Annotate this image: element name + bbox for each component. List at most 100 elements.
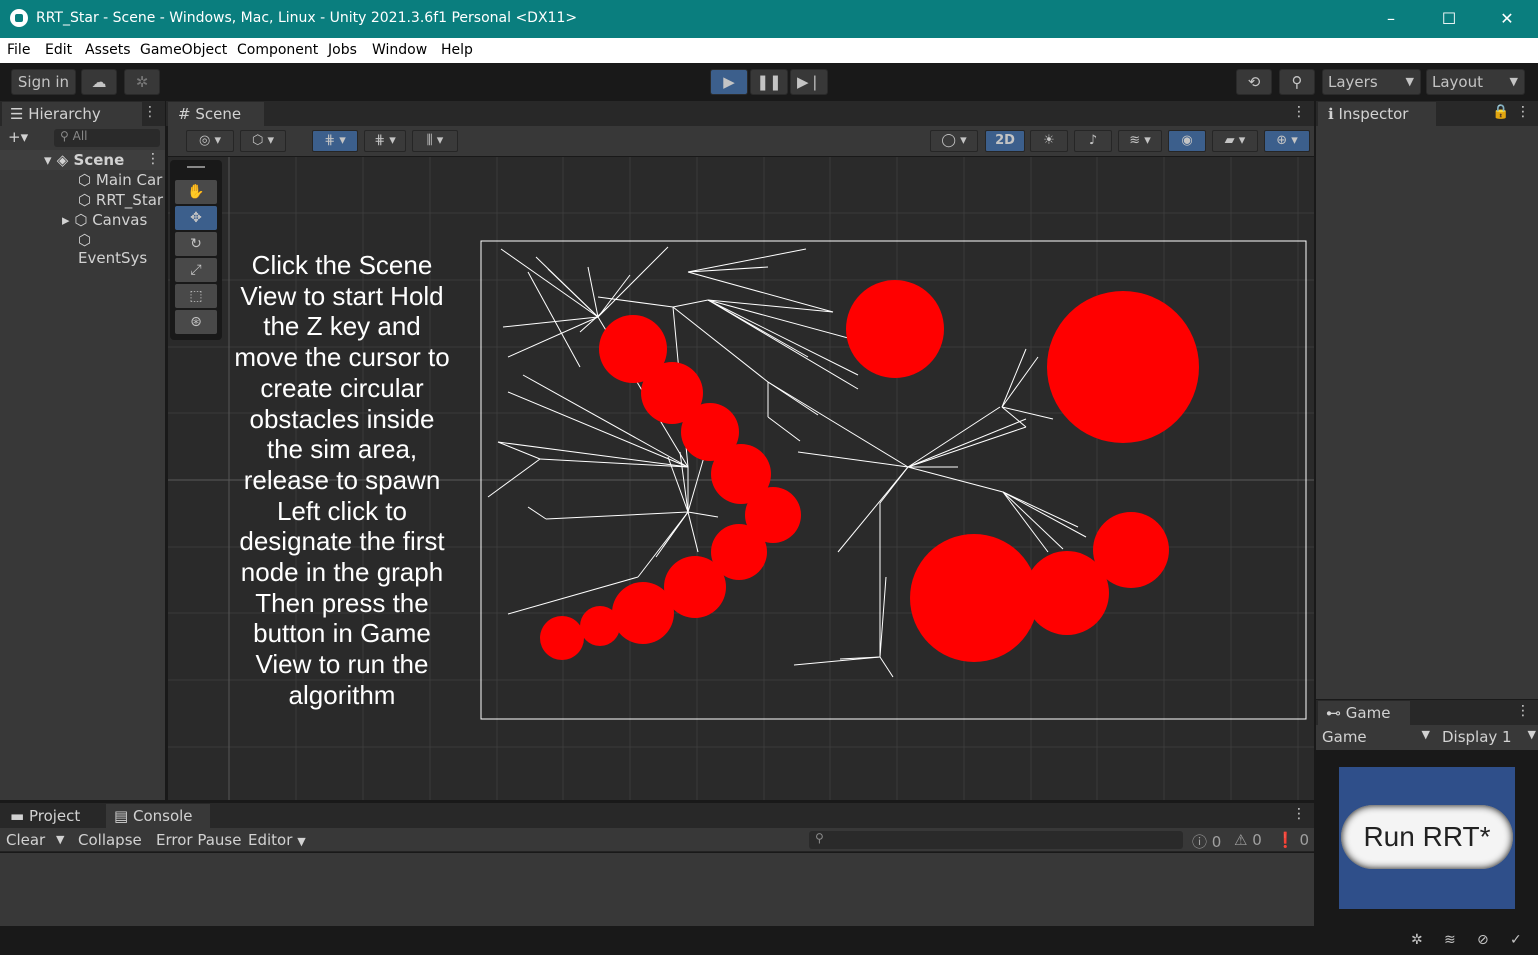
visibility-icon[interactable]: ◉ xyxy=(1168,130,1206,152)
drag-handle[interactable] xyxy=(187,166,205,168)
tab-scene[interactable]: # Scene xyxy=(168,102,264,126)
layers-dropdown[interactable]: Layers ▼ xyxy=(1322,69,1421,95)
progress-icon[interactable]: ≋ xyxy=(1444,932,1456,948)
search-icon: ⚲ xyxy=(815,831,824,845)
debug-icon[interactable]: ✲ xyxy=(1411,932,1423,948)
menu-file[interactable]: File xyxy=(7,42,30,58)
list-item[interactable]: ⬡ EventSys xyxy=(78,231,165,267)
tab-hierarchy-label: Hierarchy xyxy=(28,105,101,123)
network-icon[interactable]: ⊘ xyxy=(1477,932,1489,948)
maximize-button[interactable]: ☐ xyxy=(1420,0,1478,38)
rect-tool-icon[interactable]: ⬚ xyxy=(175,284,217,308)
clear-button[interactable]: Clear xyxy=(6,831,45,849)
console-tabbar: ▬ Project ▤ Console ⋮ xyxy=(0,803,1314,828)
hand-tool-icon[interactable]: ✋ xyxy=(175,180,217,204)
scene-options-icon[interactable]: ⋮ xyxy=(146,151,160,167)
tab-game[interactable]: ⊷ Game xyxy=(1318,701,1410,725)
chevron-down-icon: ▼ xyxy=(1421,728,1430,741)
log-count-toggle[interactable]: ⓘ 0 xyxy=(1192,831,1221,852)
tab-project[interactable]: ▬ Project xyxy=(2,804,104,828)
status-bar: ✲ ≋ ⊘ ✓ xyxy=(0,926,1538,955)
lighting-icon[interactable]: ☀ xyxy=(1030,130,1068,152)
search-icon[interactable]: ⚲ xyxy=(1279,69,1315,95)
list-item[interactable]: ⬡ Main Car xyxy=(78,171,162,189)
hierarchy-search-input[interactable]: ⚲ All xyxy=(54,129,160,147)
tab-hierarchy[interactable]: ☰ Hierarchy xyxy=(2,102,142,126)
console-search-input[interactable]: ⚲ xyxy=(809,831,1183,849)
editor-dropdown[interactable]: Editor ▼ xyxy=(248,831,306,849)
chevron-down-icon: ▼ xyxy=(1527,728,1536,741)
step-button[interactable]: ▶❘ xyxy=(790,69,828,95)
obstacle xyxy=(846,280,944,378)
draw-mode-button[interactable]: ◯ ▾ xyxy=(930,130,978,152)
layout-label: Layout xyxy=(1432,73,1483,91)
play-button[interactable]: ▶ xyxy=(710,69,748,95)
game-view-select[interactable]: Game ▼ xyxy=(1322,728,1430,746)
clear-dropdown-icon[interactable]: ▼ xyxy=(56,833,64,846)
lock-icon[interactable]: 🔒 xyxy=(1492,104,1509,120)
more-options-icon[interactable]: ⋮ xyxy=(1516,703,1530,719)
tool-palette: ✋ ✥ ↻ ⤢ ⬚ ⊛ xyxy=(170,160,222,340)
scene-row-label[interactable]: ▾ ◈ Scene xyxy=(44,151,124,169)
chevron-down-icon: ▼ xyxy=(297,835,306,848)
menu-help[interactable]: Help xyxy=(441,42,473,58)
layout-dropdown[interactable]: Layout ▼ xyxy=(1426,69,1525,95)
grid-snap-button[interactable]: ⋕ ▾ xyxy=(312,130,358,152)
menu-window[interactable]: Window xyxy=(372,42,427,58)
close-button[interactable]: ✕ xyxy=(1478,0,1536,38)
more-options-icon[interactable]: ⋮ xyxy=(1292,104,1306,120)
display-select[interactable]: Display 1 ▼ xyxy=(1442,728,1536,746)
error-count-toggle[interactable]: ❗ 0 xyxy=(1276,831,1309,849)
add-icon[interactable]: +▾ xyxy=(8,128,28,146)
check-icon[interactable]: ✓ xyxy=(1510,932,1522,948)
menu-assets[interactable]: Assets xyxy=(85,42,131,58)
collab-icon[interactable]: ✲ xyxy=(124,69,160,95)
log-count: 0 xyxy=(1211,833,1222,851)
menu-jobs[interactable]: Jobs xyxy=(328,42,357,58)
increment-snap-button[interactable]: ⋕ ▾ xyxy=(364,130,406,152)
audio-icon[interactable]: ♪ xyxy=(1074,130,1112,152)
collapse-button[interactable]: Collapse xyxy=(78,831,142,849)
list-item[interactable]: ▸ ⬡ Canvas xyxy=(62,211,147,229)
warning-icon: ⚠ xyxy=(1234,831,1248,849)
tab-inspector[interactable]: ℹ Inspector xyxy=(1318,102,1436,126)
orientation-gizmo-button[interactable]: ◎ ▾ xyxy=(186,130,234,152)
effects-icon[interactable]: ≋ ▾ xyxy=(1118,130,1162,152)
object-mode-button[interactable]: ⬡ ▾ xyxy=(240,130,286,152)
more-options-icon[interactable]: ⋮ xyxy=(1516,104,1530,120)
warning-count-toggle[interactable]: ⚠ 0 xyxy=(1234,831,1262,849)
gizmos-icon[interactable]: ⊕ ▾ xyxy=(1264,130,1310,152)
gameobject-icon: ⬡ xyxy=(78,191,92,209)
sign-in-button[interactable]: Sign in xyxy=(11,69,76,95)
gameobject-icon: ⬡ xyxy=(74,211,88,229)
game-render: Run RRT* xyxy=(1339,767,1515,909)
more-options-icon[interactable]: ⋮ xyxy=(1292,806,1306,822)
obstacle xyxy=(1047,291,1199,443)
2d-toggle[interactable]: 2D xyxy=(985,130,1025,152)
scale-tool-icon[interactable]: ⤢ xyxy=(175,258,217,282)
menu-edit[interactable]: Edit xyxy=(45,42,72,58)
pause-button[interactable]: ❚❚ xyxy=(750,69,788,95)
obstacle xyxy=(580,606,620,646)
list-item[interactable]: ⬡ RRT_Star xyxy=(78,191,163,209)
gameobject-icon: ⬡ xyxy=(78,171,92,189)
ruler-button[interactable]: ⫼ ▾ xyxy=(412,130,458,152)
tab-console[interactable]: ▤ Console xyxy=(106,804,210,828)
cloud-icon[interactable]: ☁ xyxy=(81,69,117,95)
scene-icon: ◈ xyxy=(56,151,69,169)
run-rrt-button[interactable]: Run RRT* xyxy=(1341,805,1513,869)
history-icon[interactable]: ⟲ xyxy=(1236,69,1272,95)
move-tool-icon[interactable]: ✥ xyxy=(175,206,217,230)
menu-component[interactable]: Component xyxy=(237,42,318,58)
more-options-icon[interactable]: ⋮ xyxy=(143,104,157,120)
main-toolbar: Sign in ☁ ✲ ▶ ❚❚ ▶❘ ⟲ ⚲ Layers ▼ Layout ▼ xyxy=(0,63,1538,101)
minimize-button[interactable]: – xyxy=(1362,0,1420,38)
item-label: Canvas xyxy=(92,211,148,229)
rotate-tool-icon[interactable]: ↻ xyxy=(175,232,217,256)
menu-gameobject[interactable]: GameObject xyxy=(140,42,227,58)
item-label: Main Car xyxy=(95,171,163,189)
transform-tool-icon[interactable]: ⊛ xyxy=(175,310,217,334)
error-pause-button[interactable]: Error Pause xyxy=(156,831,241,849)
hierarchy-tree: ▾ ◈ Scene ⋮ ⬡ Main Car ⬡ RRT_Star ▸ ⬡ Ca… xyxy=(0,150,165,800)
camera-icon[interactable]: ▰ ▾ xyxy=(1212,130,1258,152)
